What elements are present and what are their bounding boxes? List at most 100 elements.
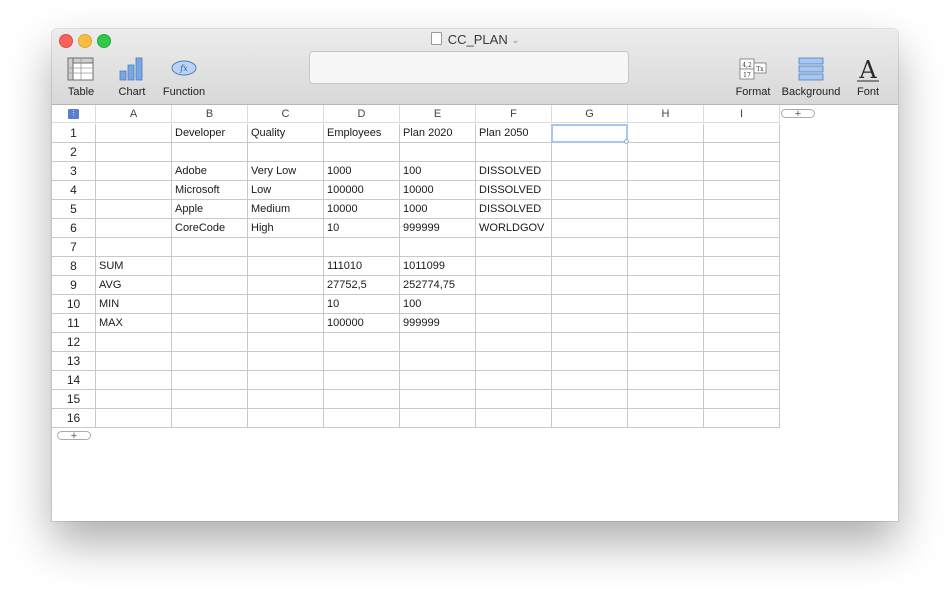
- cell-a13[interactable]: [96, 352, 172, 371]
- cell-a11[interactable]: MAX: [96, 314, 172, 333]
- cell-h10[interactable]: [628, 295, 704, 314]
- cell-g15[interactable]: [552, 390, 628, 409]
- column-header-b[interactable]: B: [172, 105, 248, 123]
- cell-i3[interactable]: [704, 162, 780, 181]
- cell-b16[interactable]: [172, 409, 248, 428]
- cell-g12[interactable]: [552, 333, 628, 352]
- cell-g13[interactable]: [552, 352, 628, 371]
- cell-b9[interactable]: [172, 276, 248, 295]
- cell-d15[interactable]: [324, 390, 400, 409]
- cell-b11[interactable]: [172, 314, 248, 333]
- row-header-11[interactable]: 11: [52, 314, 96, 333]
- cell-a12[interactable]: [96, 333, 172, 352]
- cell-b4[interactable]: Microsoft: [172, 181, 248, 200]
- cell-f3[interactable]: DISSOLVED: [476, 162, 552, 181]
- cell-e10[interactable]: 100: [400, 295, 476, 314]
- font-button[interactable]: A Font: [850, 53, 886, 101]
- cell-e13[interactable]: [400, 352, 476, 371]
- row-header-3[interactable]: 3: [52, 162, 96, 181]
- cell-a8[interactable]: SUM: [96, 257, 172, 276]
- cell-h15[interactable]: [628, 390, 704, 409]
- cell-f4[interactable]: DISSOLVED: [476, 181, 552, 200]
- cell-i11[interactable]: [704, 314, 780, 333]
- cell-c9[interactable]: [248, 276, 324, 295]
- cell-c15[interactable]: [248, 390, 324, 409]
- cell-c13[interactable]: [248, 352, 324, 371]
- cell-e6[interactable]: 999999: [400, 219, 476, 238]
- cell-a16[interactable]: [96, 409, 172, 428]
- cell-g1[interactable]: [552, 124, 628, 143]
- cell-g10[interactable]: [552, 295, 628, 314]
- cell-f16[interactable]: [476, 409, 552, 428]
- cell-g4[interactable]: [552, 181, 628, 200]
- chart-button[interactable]: Chart: [113, 53, 151, 101]
- row-header-4[interactable]: 4: [52, 181, 96, 200]
- cell-c8[interactable]: [248, 257, 324, 276]
- window-title-bar[interactable]: CC_PLAN ⌄: [52, 32, 898, 47]
- cell-c5[interactable]: Medium: [248, 200, 324, 219]
- column-header-a[interactable]: A: [96, 105, 172, 123]
- cell-d10[interactable]: 10: [324, 295, 400, 314]
- cell-f11[interactable]: [476, 314, 552, 333]
- cell-i1[interactable]: [704, 124, 780, 143]
- cell-c10[interactable]: [248, 295, 324, 314]
- cell-g6[interactable]: [552, 219, 628, 238]
- cell-i6[interactable]: [704, 219, 780, 238]
- cell-f14[interactable]: [476, 371, 552, 390]
- format-button[interactable]: 4,2 17 Tx Format: [732, 53, 774, 101]
- row-header-2[interactable]: 2: [52, 143, 96, 162]
- cell-a10[interactable]: MIN: [96, 295, 172, 314]
- cell-g9[interactable]: [552, 276, 628, 295]
- cell-c6[interactable]: High: [248, 219, 324, 238]
- cell-c1[interactable]: Quality: [248, 124, 324, 143]
- column-header-g[interactable]: G: [552, 105, 628, 123]
- cell-g14[interactable]: [552, 371, 628, 390]
- cell-d12[interactable]: [324, 333, 400, 352]
- cell-d8[interactable]: 111010: [324, 257, 400, 276]
- column-header-c[interactable]: C: [248, 105, 324, 123]
- cell-h13[interactable]: [628, 352, 704, 371]
- cell-c11[interactable]: [248, 314, 324, 333]
- cell-g11[interactable]: [552, 314, 628, 333]
- cell-b8[interactable]: [172, 257, 248, 276]
- cell-b13[interactable]: [172, 352, 248, 371]
- cell-g16[interactable]: [552, 409, 628, 428]
- cell-e5[interactable]: 1000: [400, 200, 476, 219]
- column-header-f[interactable]: F: [476, 105, 552, 123]
- cell-f7[interactable]: [476, 238, 552, 257]
- row-header-15[interactable]: 15: [52, 390, 96, 409]
- cell-c16[interactable]: [248, 409, 324, 428]
- cell-e15[interactable]: [400, 390, 476, 409]
- cell-i16[interactable]: [704, 409, 780, 428]
- cell-i5[interactable]: [704, 200, 780, 219]
- formula-bar[interactable]: [309, 51, 629, 84]
- column-header-e[interactable]: E: [400, 105, 476, 123]
- cell-f1[interactable]: Plan 2050: [476, 124, 552, 143]
- cell-h14[interactable]: [628, 371, 704, 390]
- column-header-h[interactable]: H: [628, 105, 704, 123]
- cell-f10[interactable]: [476, 295, 552, 314]
- cell-d13[interactable]: [324, 352, 400, 371]
- fill-handle[interactable]: [624, 139, 629, 144]
- cell-e16[interactable]: [400, 409, 476, 428]
- row-header-16[interactable]: 16: [52, 409, 96, 428]
- cell-g5[interactable]: [552, 200, 628, 219]
- cell-e7[interactable]: [400, 238, 476, 257]
- row-header-7[interactable]: 7: [52, 238, 96, 257]
- background-button[interactable]: Background: [780, 53, 842, 101]
- cell-i8[interactable]: [704, 257, 780, 276]
- cell-i13[interactable]: [704, 352, 780, 371]
- cell-i15[interactable]: [704, 390, 780, 409]
- cell-a7[interactable]: [96, 238, 172, 257]
- cell-h16[interactable]: [628, 409, 704, 428]
- cell-d1[interactable]: Employees: [324, 124, 400, 143]
- cell-h3[interactable]: [628, 162, 704, 181]
- cell-d16[interactable]: [324, 409, 400, 428]
- cell-f13[interactable]: [476, 352, 552, 371]
- row-header-10[interactable]: 10: [52, 295, 96, 314]
- cell-a3[interactable]: [96, 162, 172, 181]
- cell-f9[interactable]: [476, 276, 552, 295]
- cell-g3[interactable]: [552, 162, 628, 181]
- add-row-button[interactable]: +: [57, 431, 91, 442]
- cell-b5[interactable]: Apple: [172, 200, 248, 219]
